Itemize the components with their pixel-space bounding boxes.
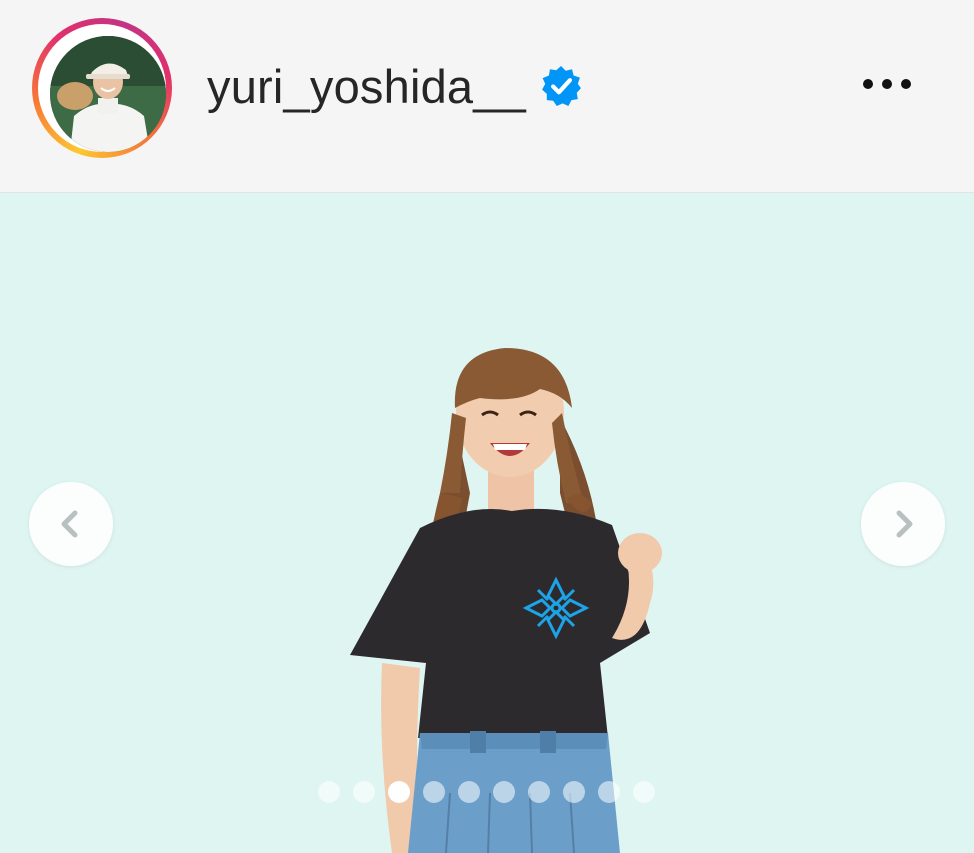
carousel-dot[interactable] — [353, 781, 375, 803]
carousel-dot[interactable] — [563, 781, 585, 803]
post-header: yuri_yoshida__ — [0, 0, 974, 193]
username[interactable]: yuri_yoshida__ — [207, 59, 526, 114]
carousel-dot[interactable] — [633, 781, 655, 803]
chevron-right-icon — [896, 510, 913, 538]
carousel-dots — [0, 781, 974, 805]
carousel-dot[interactable] — [493, 781, 515, 803]
carousel-dot[interactable] — [388, 781, 410, 803]
carousel-dot[interactable] — [598, 781, 620, 803]
carousel-dot[interactable] — [318, 781, 340, 803]
carousel-next-button[interactable] — [861, 482, 945, 566]
chevron-left-icon — [61, 510, 78, 538]
carousel-dot[interactable] — [423, 781, 445, 803]
story-ring[interactable] — [32, 18, 172, 158]
carousel-dot[interactable] — [528, 781, 550, 803]
more-options-button[interactable] — [852, 64, 922, 104]
avatar-image — [50, 36, 166, 152]
post-photo — [0, 193, 974, 853]
carousel-media[interactable] — [0, 193, 974, 853]
more-options-icon — [863, 79, 873, 89]
carousel-prev-button[interactable] — [29, 482, 113, 566]
carousel-dot[interactable] — [458, 781, 480, 803]
avatar[interactable] — [50, 36, 166, 152]
username-row: yuri_yoshida__ — [207, 56, 582, 116]
verified-badge-icon — [542, 66, 581, 106]
